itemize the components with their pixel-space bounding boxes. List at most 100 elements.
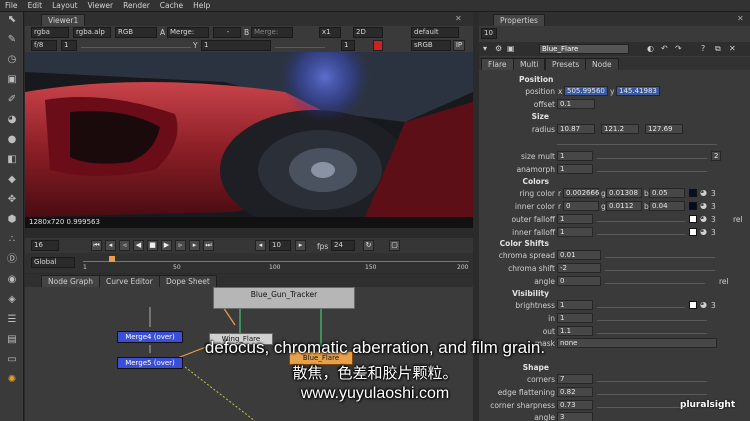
brightness-picker-icon[interactable]: ◕ [700,300,707,309]
zoom-dropdown[interactable]: x1 [319,27,341,38]
current-frame-field[interactable]: 16 [31,240,59,251]
draw-icon[interactable]: ✐ [6,94,18,106]
lut-dropdown[interactable]: default [411,27,459,38]
properties-close-icon[interactable]: ✕ [737,14,744,23]
color-icon[interactable]: ● [6,134,18,146]
frame-step-field[interactable]: 10 [269,240,291,251]
b-input-dropdown[interactable]: Merge: [251,27,293,38]
range-dropdown[interactable]: Global [31,257,75,268]
ring-color-count[interactable]: 3 [711,189,716,198]
tab-flare[interactable]: Flare [481,58,514,70]
pointer-icon[interactable]: ⬉ [6,14,18,26]
outer-falloff-field[interactable]: 1 [557,214,593,224]
ring-color-r-field[interactable]: 0.002666 [563,188,599,198]
viewer-canvas[interactable] [25,52,473,217]
menu-layout[interactable]: Layout [47,0,83,10]
paint-icon[interactable]: ✎ [6,34,18,46]
keyer-icon[interactable]: ◆ [6,174,18,186]
views-icon[interactable]: ◉ [6,274,18,286]
tab-curve-editor[interactable]: Curve Editor [99,275,160,287]
out-field[interactable]: 1.1 [557,326,593,336]
radius-field-2[interactable]: 121.2 [601,124,639,134]
next-key-icon[interactable]: ▸ [189,240,200,251]
outer-falloff-picker-icon[interactable]: ◕ [700,214,707,223]
chroma-shift-slider[interactable] [605,264,715,271]
wipe-dropdown[interactable]: - [213,27,241,38]
close-icon[interactable]: ✕ [455,14,462,23]
redo-icon[interactable]: ↷ [675,44,682,53]
clock-icon[interactable]: ◷ [6,54,18,66]
ring-color-picker-icon[interactable]: ◕ [700,188,707,197]
inner-falloff-picker-icon[interactable]: ◕ [700,227,707,236]
ring-color-swatch[interactable] [689,189,697,197]
inner-color-r-field[interactable]: 0 [563,201,599,211]
skip-back-icon[interactable]: ◂ [255,240,266,251]
size-mult-slider[interactable] [597,152,707,159]
clip-warning-icon[interactable] [373,40,383,51]
channel-icon[interactable]: ◕ [6,114,18,126]
play-icon[interactable]: ▶ [161,240,172,251]
brightness-slider[interactable] [597,301,685,308]
frame-field[interactable]: 1 [341,40,355,51]
channel-select-dropdown[interactable]: rgba.alp [73,27,111,38]
backdrop-node[interactable]: Blue_Gun_Tracker [213,287,355,309]
fps-field[interactable]: 24 [331,240,355,251]
frame-slider-track[interactable] [25,228,473,238]
collapse-icon[interactable]: ▾ [483,44,487,53]
transform-icon[interactable]: ✥ [6,194,18,206]
angle-field[interactable]: 0 [557,276,601,286]
tab-node-graph[interactable]: Node Graph [41,275,100,287]
step-forward-icon[interactable]: ▹ [175,240,186,251]
position-y-field[interactable]: 145.41983 [616,86,660,96]
ring-color-b-field[interactable]: 0.05 [649,188,685,198]
fstop-dropdown[interactable]: f/8 [31,40,57,51]
brightness-swatch[interactable] [689,301,697,309]
menu-viewer[interactable]: Viewer [83,0,119,10]
undo-icon[interactable]: ↶ [661,44,668,53]
a-input-dropdown[interactable]: Merge: [167,27,209,38]
colorspace-dropdown[interactable]: RGB [115,27,157,38]
filter-icon[interactable]: ◧ [6,154,18,166]
outer-falloff-count[interactable]: 3 [711,215,716,224]
metadata-icon[interactable]: ◈ [6,294,18,306]
size-mult-field[interactable]: 1 [557,151,593,161]
outer-falloff-slider[interactable] [597,215,685,222]
gain-field[interactable]: 1 [61,40,77,51]
inner-color-picker-icon[interactable]: ◕ [700,201,707,210]
inner-falloff-field[interactable]: 1 [557,227,593,237]
out-slider[interactable] [597,327,707,334]
channels-dropdown[interactable]: rgba [31,27,69,38]
inner-color-count[interactable]: 3 [711,202,716,211]
gamma-slider[interactable] [275,41,325,48]
size-mult-extra[interactable]: 2 [711,151,721,161]
anamorph-field[interactable]: 1 [557,164,593,174]
skip-forward-icon[interactable]: ▸ [295,240,306,251]
position-x-field[interactable]: 505.99560 [564,86,608,96]
brightness-count[interactable]: 3 [711,301,716,310]
tab-properties[interactable]: Properties [493,14,545,26]
menu-cache[interactable]: Cache [155,0,188,10]
menu-edit[interactable]: Edit [23,0,48,10]
last-frame-icon[interactable]: ⏭ [203,240,214,251]
particles-icon[interactable]: ∴ [6,234,18,246]
first-frame-icon[interactable]: ⏮ [91,240,102,251]
view-mode-dropdown[interactable]: 2D [353,27,383,38]
radius-field-3[interactable]: 127.69 [645,124,683,134]
ip-button[interactable]: IP [453,40,465,51]
angle-rel[interactable]: rel [719,277,729,286]
offset-field[interactable]: 0.1 [557,99,595,109]
inner-color-g-field[interactable]: 0.0112 [606,201,642,211]
chroma-spread-field[interactable]: 0.01 [557,250,601,260]
menu-help[interactable]: Help [188,0,215,10]
inner-falloff-slider[interactable] [597,228,685,235]
ring-color-g-field[interactable]: 0.01308 [606,188,642,198]
menu-file[interactable]: File [0,0,23,10]
tab-node[interactable]: Node [585,58,619,70]
outer-falloff-rel[interactable]: rel [733,215,743,224]
angle-slider[interactable] [605,277,705,284]
in-slider[interactable] [597,314,707,321]
tab-multi[interactable]: Multi [513,58,546,70]
tab-dope-sheet[interactable]: Dope Sheet [159,275,217,287]
inner-falloff-swatch[interactable] [689,228,697,236]
in-field[interactable]: 1 [557,313,593,323]
